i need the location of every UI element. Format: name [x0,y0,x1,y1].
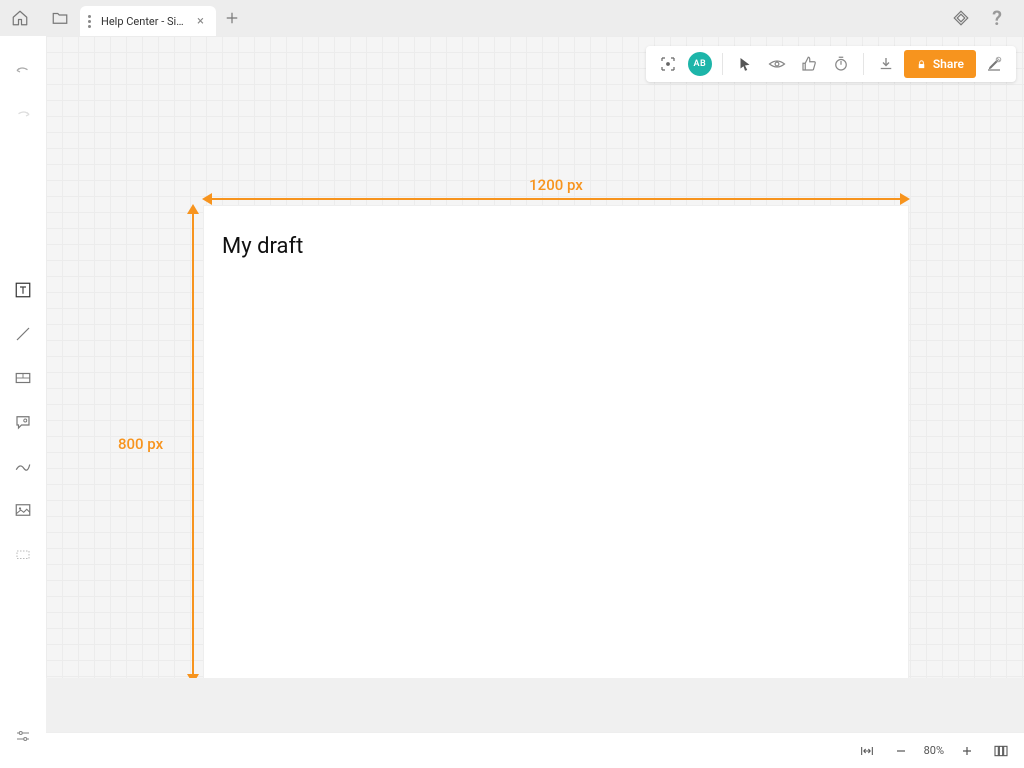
help-icon: ? [992,6,1002,30]
zoom-in-button[interactable] [954,738,980,764]
home-button[interactable] [0,0,40,36]
pen-edit-button[interactable] [980,50,1008,78]
settings-button[interactable] [0,714,46,758]
new-tab-button[interactable] [216,0,248,36]
text-tool-icon [14,281,32,299]
app-topbar: Help Center - Size... × ? [0,0,1024,36]
pages-icon [993,743,1009,759]
presentation-toolbar: AB Share [646,46,1016,82]
undo-button[interactable] [0,50,46,94]
lasso-tool-button[interactable] [0,532,46,576]
form-tool-icon [14,369,32,387]
pen-edit-icon [985,55,1003,73]
settings-icon [14,727,32,745]
lock-icon [916,59,927,70]
draw-tool-icon [14,457,32,475]
focus-icon [659,55,677,73]
cursor-icon [736,55,754,73]
fit-width-button[interactable] [854,738,880,764]
lasso-tool-icon [14,545,32,563]
home-icon [11,9,29,27]
draw-tool-button[interactable] [0,444,46,488]
text-tool-button[interactable] [0,268,46,312]
artboard[interactable] [204,206,908,682]
redo-icon [14,107,32,125]
height-dimension-label: 800 px [118,435,163,453]
timer-button[interactable] [827,50,855,78]
thumbs-icon [800,55,818,73]
help-button[interactable]: ? [982,0,1012,36]
tab-close-button[interactable]: × [195,13,206,30]
tab-drag-handle-icon [88,15,93,28]
image-tool-icon [14,501,32,519]
timer-icon [832,55,850,73]
download-icon [877,55,895,73]
undo-icon [14,63,32,81]
share-button[interactable]: Share [904,50,976,78]
status-bar: 80% [46,732,1024,768]
avatar-badge[interactable]: AB [686,50,714,78]
reactions-button[interactable] [795,50,823,78]
share-label: Share [933,57,964,71]
image-tool-button[interactable] [0,488,46,532]
comment-tool-button[interactable] [0,400,46,444]
line-tool-icon [14,325,32,343]
eye-icon [768,55,786,73]
whimsical-logo-button[interactable] [946,0,976,36]
folder-icon [51,9,69,27]
canvas-area[interactable]: My draft 1200 px 800 px [46,36,1024,732]
tab-title: Help Center - Size... [101,15,187,28]
cursor-mode-button[interactable] [731,50,759,78]
user-avatar: AB [688,52,712,76]
fit-width-icon [859,743,875,759]
redo-button[interactable] [0,94,46,138]
line-tool-button[interactable] [0,312,46,356]
zoom-level[interactable]: 80% [922,744,946,757]
artboard-title[interactable]: My draft [222,234,303,259]
download-button[interactable] [872,50,900,78]
plus-icon [959,743,975,759]
width-dimension-label: 1200 px [529,176,583,194]
pages-overview-button[interactable] [988,738,1014,764]
document-tab[interactable]: Help Center - Size... × [80,6,216,36]
form-tool-button[interactable] [0,356,46,400]
focus-mode-button[interactable] [654,50,682,78]
zoom-out-button[interactable] [888,738,914,764]
left-tool-rail [0,36,46,768]
folder-button[interactable] [40,0,80,36]
minus-icon [893,743,909,759]
diamond-icon [952,9,970,27]
plus-icon [223,9,241,27]
canvas-footer-band [46,678,1024,732]
visibility-button[interactable] [763,50,791,78]
comment-tool-icon [14,413,32,431]
avatar-initials: AB [693,59,706,69]
